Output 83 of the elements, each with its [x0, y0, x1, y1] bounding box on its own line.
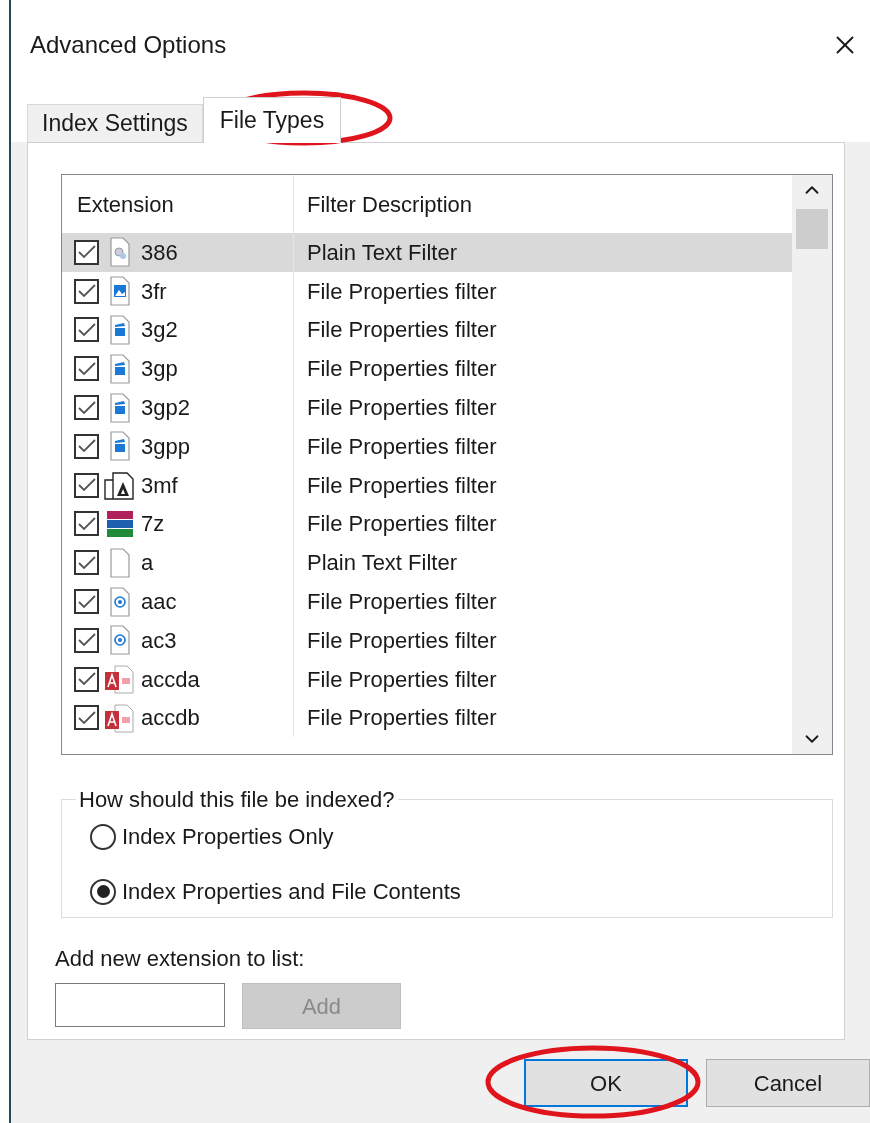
group-title: How should this file be indexed? — [78, 786, 396, 814]
tab[interactable]: File Types — [202, 97, 342, 143]
table-row[interactable]: 3gp2 File Properties filter — [62, 388, 792, 427]
scrollbar-thumb[interactable] — [796, 209, 828, 249]
table-cell-text: File Properties filter — [306, 432, 497, 461]
table-cell-text: File Properties filter — [306, 277, 497, 306]
table-row[interactable]: accda File Properties filter — [62, 659, 792, 699]
check-icon — [77, 710, 96, 725]
table-cell-text: 3gpp — [141, 432, 190, 461]
model-file-icon — [103, 470, 137, 501]
table-cell-text: File Properties filter — [306, 510, 497, 539]
table-cell-text: File Properties filter — [306, 626, 497, 655]
checkbox[interactable] — [74, 627, 99, 653]
checkbox[interactable] — [74, 433, 99, 459]
check-icon — [77, 555, 96, 570]
table-row[interactable]: accdb File Properties filter — [62, 698, 792, 738]
table-row[interactable]: 3g2 File Properties filter — [62, 310, 792, 350]
scrollbar[interactable] — [792, 175, 832, 754]
checkbox[interactable] — [74, 511, 99, 537]
dialog-button[interactable]: Cancel — [706, 1059, 870, 1107]
table-cell-text: 7z — [141, 510, 165, 539]
radio-option[interactable]: Index Properties and File Contents — [90, 875, 832, 908]
table-cell-text: 3fr — [141, 277, 167, 306]
check-icon — [77, 361, 96, 376]
checkbox[interactable] — [74, 395, 99, 421]
check-icon — [77, 633, 96, 648]
checkbox[interactable] — [74, 472, 99, 498]
table-cell-text: Plain Text Filter — [306, 238, 457, 267]
check-icon — [77, 594, 96, 609]
check-icon — [77, 439, 96, 454]
checkbox[interactable] — [74, 589, 99, 615]
check-icon — [77, 516, 96, 531]
table-cell-text: 3gp — [141, 355, 178, 384]
radio-button[interactable] — [90, 878, 116, 905]
radio-button[interactable] — [90, 823, 116, 850]
input-field[interactable] — [55, 983, 225, 1027]
table-cell-text: 3mf — [141, 471, 178, 500]
table-cell-text: 386 — [141, 238, 178, 267]
check-icon — [77, 245, 96, 260]
table-cell-text: ac3 — [141, 626, 177, 655]
column-header[interactable]: Filter Description — [294, 175, 792, 233]
dialog-button[interactable]: OK — [524, 1059, 688, 1107]
table-row[interactable]: aac File Properties filter — [62, 582, 792, 621]
table-cell-text: accda — [141, 665, 200, 694]
table-row[interactable]: 3mf File Properties filter — [62, 465, 792, 505]
window-title: Advanced Options — [30, 30, 227, 60]
table-cell-text: File Properties filter — [306, 355, 497, 384]
checkbox[interactable] — [74, 550, 99, 576]
table-row[interactable]: 3gp File Properties filter — [62, 349, 792, 389]
table-cell-text: File Properties filter — [306, 665, 497, 694]
checkbox[interactable] — [74, 356, 99, 382]
table-cell-text: File Properties filter — [306, 588, 497, 617]
checkbox[interactable] — [74, 705, 99, 731]
table-cell-text: 3g2 — [141, 316, 178, 345]
table-row[interactable]: 7z File Properties filter — [62, 504, 792, 544]
check-icon — [77, 400, 96, 415]
table-cell-text: 3gp2 — [141, 394, 190, 423]
check-icon — [77, 672, 96, 687]
table-row[interactable]: 386 Plain Text Filter — [62, 233, 792, 272]
table-cell-text: File Properties filter — [306, 704, 497, 733]
table-row[interactable]: ac3 File Properties filter — [62, 620, 792, 660]
table-row[interactable]: a Plain Text Filter — [62, 543, 792, 583]
checkbox[interactable] — [74, 666, 99, 692]
check-icon — [77, 284, 96, 299]
table-row[interactable]: 3fr File Properties filter — [62, 271, 792, 311]
checkbox[interactable] — [74, 317, 99, 343]
checkbox[interactable] — [74, 239, 99, 265]
table-cell-text: Plain Text Filter — [306, 549, 457, 578]
radio-option[interactable]: Index Properties Only — [90, 820, 832, 853]
table-cell-text: a — [141, 549, 154, 578]
check-icon — [77, 478, 96, 493]
tab[interactable]: Index Settings — [27, 104, 203, 142]
checkbox[interactable] — [74, 278, 99, 304]
access-file-icon — [103, 664, 137, 695]
access-file-icon — [103, 702, 137, 733]
table-cell-text: File Properties filter — [306, 394, 497, 423]
table-row[interactable]: 3gpp File Properties filter — [62, 427, 792, 466]
table-cell-text: aac — [141, 588, 177, 617]
check-icon — [77, 323, 96, 337]
table-cell-text: File Properties filter — [306, 316, 497, 345]
field-label: Add new extension to list: — [55, 945, 306, 973]
table-cell-text: accdb — [141, 704, 200, 733]
table-cell-text: File Properties filter — [306, 471, 497, 500]
